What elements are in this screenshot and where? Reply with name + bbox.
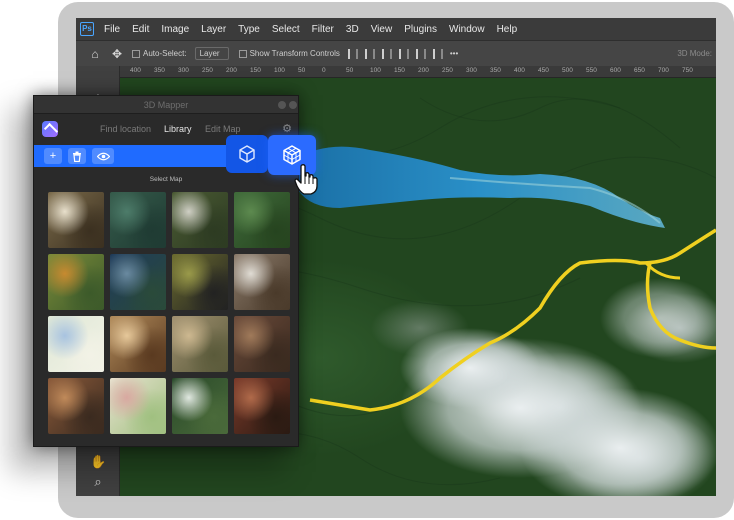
home-icon[interactable]: ⌂ [88,47,102,61]
menu-file[interactable]: File [104,24,120,35]
map-thumb-red-canyon[interactable] [48,378,104,434]
move-tool-icon[interactable]: ✥ [110,47,124,61]
ruler-tick-label: 300 [466,67,477,74]
layer-select[interactable]: Layer [194,47,229,60]
more-tools-icon[interactable]: ••• [90,492,106,496]
hand-cursor-icon [294,164,318,195]
ruler-tick-label: 0 [322,67,326,74]
menu-edit[interactable]: Edit [132,24,149,35]
panel-titlebar[interactable]: 3D Mapper [34,96,298,114]
zoom-tool-icon[interactable]: ⌕ [90,474,106,490]
align-top-icon[interactable] [398,48,409,59]
preview-map-button[interactable] [92,148,114,164]
panel-title: 3D Mapper [143,100,189,110]
align-center-icon[interactable] [364,48,375,59]
ruler-tick-label: 150 [250,67,261,74]
cube-icon [239,145,255,163]
mode-3d-label: 3D Mode: [677,49,712,58]
map-thumb-forest-river[interactable] [172,378,228,434]
menu-plugins[interactable]: Plugins [404,24,437,35]
ruler-tick-label: 350 [490,67,501,74]
menu-filter[interactable]: Filter [312,24,334,35]
show-transform-label: Show Transform Controls [249,49,340,58]
trash-icon [73,151,81,163]
tab-edit-map[interactable]: Edit Map [205,124,241,134]
ruler-horizontal: 400 350 300 250 200 150 100 50 0 50 100 150 200 250 30… [120,66,716,78]
menu-type[interactable]: Type [238,24,260,35]
auto-select-checkbox[interactable] [132,49,140,58]
map-thumb-topographic[interactable] [110,378,166,434]
minimize-icon[interactable] [278,101,286,109]
ruler-tick-label: 500 [562,67,573,74]
map-thumb-olive-lakes[interactable] [172,254,228,310]
show-transform-checkbox[interactable] [238,49,247,58]
ruler-tick-label: 750 [682,67,693,74]
map-thumb-arid-fields[interactable] [172,316,228,372]
map-thumb-autumn-terrain[interactable] [48,254,104,310]
tab-library[interactable]: Library [164,124,192,134]
more-options-icon[interactable]: ••• [450,49,458,58]
mapper-logo-icon [42,121,58,137]
menu-help[interactable]: Help [497,24,518,35]
align-right-icon[interactable] [381,48,392,59]
menu-bar: Ps File Edit Image Layer Type Select Fil… [76,18,716,40]
ruler-tick-label: 100 [370,67,381,74]
add-map-button[interactable]: + [44,148,62,164]
ruler-tick-label: 700 [658,67,669,74]
ps-logo[interactable]: Ps [80,22,94,36]
tab-find-location[interactable]: Find location [100,124,151,134]
delete-map-button[interactable] [68,148,86,164]
map-thumb-rocky-peaks[interactable] [234,254,290,310]
menu-view[interactable]: View [371,24,393,35]
map-thumb-red-rocks[interactable] [234,378,290,434]
map-thumb-desert-canyon[interactable] [110,316,166,372]
ruler-tick-label: 250 [442,67,453,74]
auto-select-label: Auto-Select: [143,49,187,58]
options-bar: ⌂ ✥ Auto-Select: Layer Show Transform Co… [76,40,716,66]
ruler-tick-label: 100 [274,67,285,74]
ruler-tick-label: 550 [586,67,597,74]
menu-window[interactable]: Window [449,24,485,35]
cube-outline-button[interactable] [226,135,268,173]
ruler-tick-label: 300 [178,67,189,74]
ruler-tick-label: 650 [634,67,645,74]
map-thumb-alpine-snow[interactable] [172,192,228,248]
map-thumb-blue-coast[interactable] [110,254,166,310]
menu-3d[interactable]: 3D [346,24,359,35]
align-bottom-icon[interactable] [432,48,443,59]
align-middle-icon[interactable] [415,48,426,59]
ruler-tick-label: 450 [538,67,549,74]
map-thumb-coastal-satellite[interactable] [110,192,166,248]
menu-layer[interactable]: Layer [201,24,226,35]
ruler-tick-label: 200 [226,67,237,74]
gear-icon[interactable]: ⚙ [282,122,292,135]
select-map-label: Select Map [149,176,183,183]
ruler-tick-label: 400 [130,67,141,74]
ruler-tick-label: 600 [610,67,621,74]
close-icon[interactable] [289,101,297,109]
menu-image[interactable]: Image [161,24,189,35]
map-thumb-street-map[interactable] [48,316,104,372]
ruler-tick-label: 200 [418,67,429,74]
eye-icon [96,152,110,161]
map-thumb-mountain-relief[interactable] [48,192,104,248]
map-thumb-green-valley[interactable] [234,192,290,248]
ruler-tick-label: 50 [346,67,354,74]
ruler-tick-label: 150 [394,67,405,74]
align-left-icon[interactable] [347,48,358,59]
map-thumb-brown-hills[interactable] [234,316,290,372]
ruler-tick-label: 350 [154,67,165,74]
ruler-tick-label: 250 [202,67,213,74]
menu-select[interactable]: Select [272,24,300,35]
ruler-tick-label: 400 [514,67,525,74]
ruler-tick-label: 50 [298,67,306,74]
